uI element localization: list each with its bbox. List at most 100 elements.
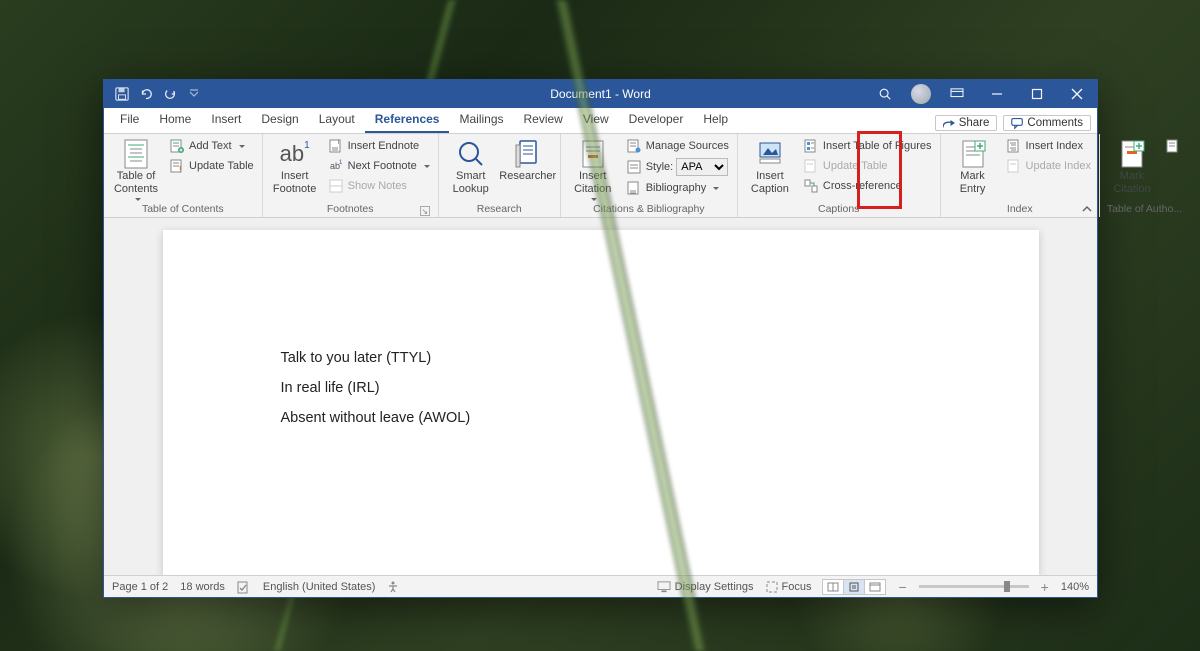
share-icon (943, 117, 955, 129)
toa-icon (1165, 138, 1181, 154)
show-notes-icon (328, 178, 344, 194)
zoom-slider[interactable] (919, 585, 1029, 588)
tab-design[interactable]: Design (251, 108, 308, 133)
update-table-captions-button[interactable]: Update Table (801, 157, 934, 175)
manage-sources-icon (626, 138, 642, 154)
group-authorities: Mark Citation Table of Autho... (1100, 134, 1189, 217)
group-label-footnotes: Footnotes (269, 202, 432, 217)
style-icon (626, 159, 642, 175)
zoom-in-button[interactable]: + (1041, 579, 1049, 595)
tab-help[interactable]: Help (693, 108, 738, 133)
window-title: Document1 - Word (550, 87, 650, 101)
insert-index-button[interactable]: Insert Index (1004, 137, 1093, 155)
update-table-icon: ! (169, 158, 185, 174)
mark-entry-button[interactable]: Mark Entry (947, 137, 999, 195)
paragraph[interactable]: Talk to you later (TTYL) (281, 350, 921, 366)
group-research: Smart Lookup Researcher Research (439, 134, 561, 217)
group-citations: Insert Citation Manage Sources Style: AP… (561, 134, 738, 217)
paragraph[interactable]: Absent without leave (AWOL) (281, 410, 921, 426)
tab-insert[interactable]: Insert (201, 108, 251, 133)
tab-review[interactable]: Review (514, 108, 573, 133)
add-text-icon (169, 138, 185, 154)
svg-text:1: 1 (339, 160, 343, 166)
mark-entry-icon (958, 139, 988, 169)
tab-home[interactable]: Home (149, 108, 201, 133)
read-mode-button[interactable] (822, 579, 844, 595)
minimize-button[interactable] (977, 80, 1017, 108)
collapse-ribbon-icon[interactable] (1081, 203, 1093, 215)
close-button[interactable] (1057, 80, 1097, 108)
share-label: Share (959, 117, 990, 129)
ribbon-display-icon[interactable] (937, 80, 977, 108)
mark-citation-button[interactable]: Mark Citation (1106, 137, 1158, 195)
group-label-toc: Table of Contents (110, 202, 256, 217)
update-table-toc-button[interactable]: ! Update Table (167, 157, 256, 175)
mark-citation-icon (1117, 139, 1147, 169)
undo-icon[interactable] (138, 86, 154, 102)
footnote-icon: ab1 (280, 139, 310, 169)
group-label-research: Research (445, 202, 554, 217)
footnotes-dialog-launcher[interactable] (420, 206, 430, 216)
document-area[interactable]: Talk to you later (TTYL) In real life (I… (104, 218, 1097, 575)
style-select[interactable]: APA (676, 158, 728, 176)
user-avatar[interactable] (911, 84, 931, 104)
manage-sources-button[interactable]: Manage Sources (624, 137, 731, 155)
maximize-button[interactable] (1017, 80, 1057, 108)
comments-button[interactable]: Comments (1003, 115, 1091, 131)
insert-footnote-button[interactable]: ab1 Insert Footnote (269, 137, 321, 195)
zoom-thumb[interactable] (1004, 581, 1010, 592)
bibliography-button[interactable]: Bibliography (624, 179, 731, 197)
language-indicator[interactable]: English (United States) (263, 581, 376, 593)
page-indicator[interactable]: Page 1 of 2 (112, 581, 168, 593)
tab-file[interactable]: File (110, 108, 149, 133)
tof-icon (803, 138, 819, 154)
update-index-icon (1006, 158, 1022, 174)
insert-endnote-button[interactable]: i Insert Endnote (326, 137, 432, 155)
paragraph[interactable]: In real life (IRL) (281, 380, 921, 396)
tab-mailings[interactable]: Mailings (449, 108, 513, 133)
insert-table-of-figures-button[interactable]: Insert Table of Figures (801, 137, 934, 155)
smart-lookup-button[interactable]: Smart Lookup (445, 137, 497, 195)
view-buttons (823, 579, 886, 595)
tab-developer[interactable]: Developer (619, 108, 694, 133)
tab-view[interactable]: View (573, 108, 619, 133)
accessibility-icon[interactable] (387, 581, 399, 593)
table-of-contents-button[interactable]: Table of Contents (110, 137, 162, 202)
print-layout-button[interactable] (843, 579, 865, 595)
show-notes-button[interactable]: Show Notes (326, 177, 432, 195)
cross-reference-button[interactable]: Cross-reference (801, 177, 934, 195)
spell-check-icon[interactable] (237, 580, 251, 594)
add-text-button[interactable]: Add Text (167, 137, 256, 155)
tab-references[interactable]: References (365, 108, 450, 133)
web-layout-button[interactable] (864, 579, 886, 595)
word-count[interactable]: 18 words (180, 581, 225, 593)
group-footnotes: ab1 Insert Footnote i Insert Endnote ab1… (263, 134, 439, 217)
qat-customize-icon[interactable] (186, 86, 202, 102)
word-window: Document1 - Word FileHomeInsertDesignLay… (103, 79, 1098, 598)
insert-citation-button[interactable]: Insert Citation (567, 137, 619, 202)
document-page[interactable]: Talk to you later (TTYL) In real life (I… (163, 230, 1039, 575)
style-dropdown[interactable]: Style: APA (624, 157, 731, 177)
statusbar: Page 1 of 2 18 words English (United Sta… (104, 575, 1097, 597)
share-button[interactable]: Share (935, 115, 998, 131)
researcher-button[interactable]: Researcher (502, 137, 554, 183)
tab-layout[interactable]: Layout (309, 108, 365, 133)
insert-toa-button[interactable] (1163, 137, 1183, 155)
update-index-button[interactable]: Update Index (1004, 157, 1093, 175)
redo-icon[interactable] (162, 86, 178, 102)
next-footnote-button[interactable]: ab1 Next Footnote (326, 157, 432, 175)
endnote-icon: i (328, 138, 344, 154)
next-footnote-icon: ab1 (328, 158, 344, 174)
focus-button[interactable]: Focus (766, 581, 812, 593)
zoom-out-button[interactable]: − (898, 579, 906, 595)
insert-index-icon (1006, 138, 1022, 154)
insert-caption-button[interactable]: Insert Caption (744, 137, 796, 195)
search-icon[interactable] (865, 80, 905, 108)
cross-ref-icon (803, 178, 819, 194)
save-icon[interactable] (114, 86, 130, 102)
update-table-captions-icon (803, 158, 819, 174)
zoom-level[interactable]: 140% (1061, 581, 1089, 593)
comments-label: Comments (1027, 117, 1083, 129)
svg-text:!: ! (179, 165, 181, 173)
display-settings-button[interactable]: Display Settings (657, 581, 754, 593)
